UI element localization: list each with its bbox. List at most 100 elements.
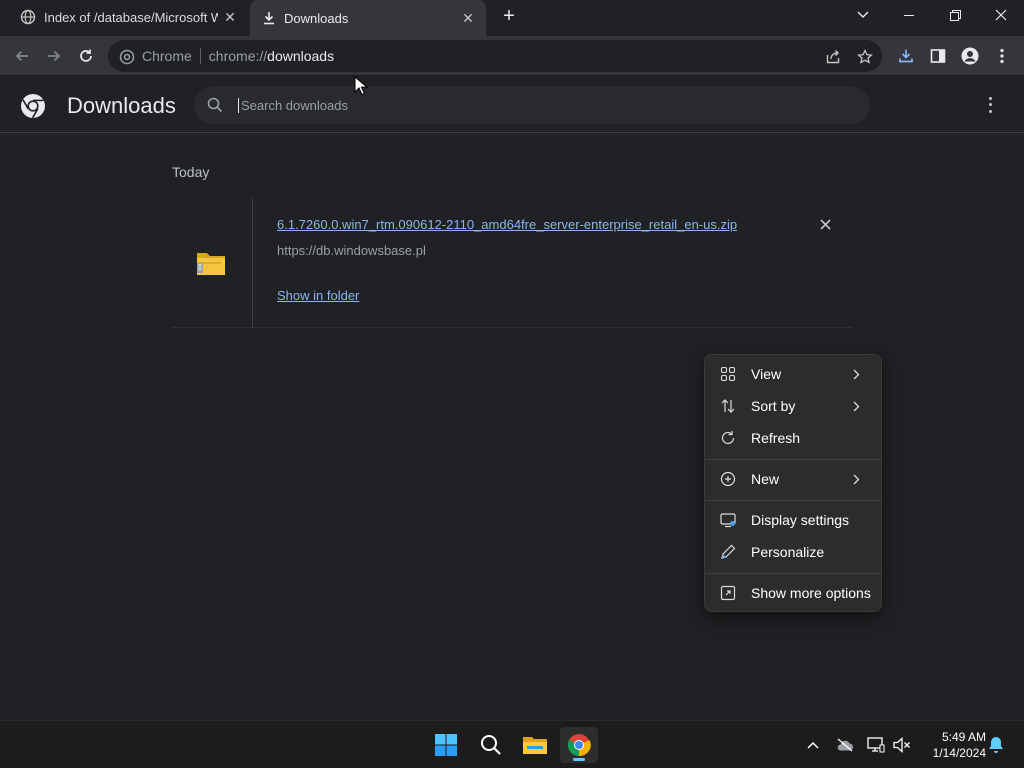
url-scheme: chrome://	[208, 48, 268, 64]
star-icon[interactable]	[856, 48, 874, 66]
chevron-down-icon	[857, 11, 869, 19]
clock-time: 5:49 AM	[941, 730, 986, 744]
menu-item-personalize[interactable]: Personalize	[709, 537, 879, 567]
side-panel-icon	[930, 48, 946, 64]
menu-separator	[705, 500, 881, 501]
tab-strip: Index of /database/Microsoft Wi ✕ Downlo…	[0, 0, 1024, 36]
downloads-header: Downloads	[0, 77, 1024, 133]
chrome-taskbar-button[interactable]	[560, 727, 598, 763]
reload-icon	[78, 48, 94, 64]
side-panel-button[interactable]	[926, 44, 950, 68]
forward-button[interactable]	[42, 44, 66, 68]
arrow-left-icon	[14, 48, 30, 64]
minimize-button[interactable]	[886, 0, 932, 30]
folder-icon	[522, 734, 548, 756]
date-heading: Today	[172, 164, 210, 180]
file-explorer-button[interactable]	[516, 727, 554, 763]
menu-item-label: Personalize	[751, 544, 825, 560]
share-icon[interactable]	[824, 48, 842, 66]
more-vertical-icon	[1000, 48, 1004, 64]
chevron-right-icon	[853, 401, 865, 412]
window-close-button[interactable]	[978, 0, 1024, 30]
system-clock[interactable]: 5:49 AM 1/14/2024	[916, 729, 986, 761]
taskbar: 5:49 AM 1/14/2024	[0, 720, 1024, 768]
pen-icon	[719, 543, 737, 561]
remove-download-button[interactable]	[817, 216, 833, 232]
desktop-context-menu: View Sort by Refresh New Display setting…	[704, 354, 882, 612]
chrome-icon	[118, 48, 136, 66]
close-icon[interactable]: ✕	[218, 9, 242, 26]
new-tab-button[interactable]: +	[498, 6, 520, 28]
chevron-right-icon	[853, 474, 865, 485]
tab-downloads[interactable]: Downloads ✕	[250, 0, 486, 36]
windows-logo-icon	[434, 733, 458, 757]
search-icon	[480, 734, 502, 756]
clock-date: 1/14/2024	[932, 746, 986, 760]
omnibox-separator	[199, 48, 201, 64]
browser-menu-button[interactable]	[990, 44, 1014, 68]
close-icon[interactable]: ✕	[456, 10, 480, 27]
menu-item-label: New	[751, 471, 780, 487]
reload-button[interactable]	[74, 44, 98, 68]
downloads-toolbar-button[interactable]	[894, 44, 918, 68]
cloud-offline-icon[interactable]	[835, 735, 855, 755]
menu-item-display-settings[interactable]: Display settings	[709, 505, 879, 535]
menu-item-label: View	[751, 366, 782, 382]
download-item: 6.1.7260.0.win7_rtm.090612-2110_amd64fre…	[172, 198, 852, 328]
globe-icon	[20, 9, 36, 25]
plus-circle-icon	[719, 470, 737, 488]
page-title: Downloads	[67, 93, 176, 118]
tab-index-database[interactable]: Index of /database/Microsoft Wi ✕	[8, 0, 248, 34]
expand-icon	[719, 584, 737, 602]
grid-icon	[719, 365, 737, 383]
download-filename-link[interactable]: 6.1.7260.0.win7_rtm.090612-2110_amd64fre…	[277, 217, 737, 232]
menu-item-refresh[interactable]: Refresh	[709, 423, 879, 453]
chevron-right-icon	[853, 369, 865, 380]
omnibox-chip: Chrome	[142, 48, 192, 64]
menu-item-label: Show more options	[751, 585, 871, 601]
search-icon	[207, 97, 223, 113]
more-actions-button[interactable]	[984, 95, 996, 115]
tab-title: Downloads	[284, 10, 349, 26]
restore-icon	[949, 9, 961, 21]
search-button[interactable]	[472, 727, 510, 763]
search-box[interactable]	[194, 86, 870, 124]
show-in-folder-link[interactable]: Show in folder	[277, 288, 359, 303]
address-bar[interactable]: Chrome chrome:// downloads	[108, 40, 882, 72]
download-source: https://db.windowsbase.pl	[277, 243, 426, 258]
close-icon	[995, 9, 1007, 21]
tab-title: Index of /database/Microsoft Wi	[44, 9, 218, 25]
search-input[interactable]	[238, 97, 838, 113]
chrome-logo-icon	[20, 93, 46, 119]
profile-button[interactable]	[958, 44, 982, 68]
notification-bell-icon[interactable]	[986, 735, 1006, 755]
url-host: downloads	[267, 48, 335, 64]
sort-icon	[719, 397, 737, 415]
menu-item-new[interactable]: New	[709, 464, 879, 494]
browser-toolbar: Chrome chrome:// downloads	[0, 36, 1024, 76]
restore-button[interactable]	[932, 0, 978, 30]
profile-icon	[961, 47, 979, 65]
start-button[interactable]	[427, 727, 465, 763]
download-icon	[262, 11, 276, 25]
back-button[interactable]	[10, 44, 34, 68]
minimize-icon	[904, 14, 914, 16]
close-icon	[819, 218, 831, 230]
menu-item-sort-by[interactable]: Sort by	[709, 391, 879, 421]
network-icon[interactable]	[866, 735, 886, 755]
tab-search-button[interactable]	[840, 0, 886, 30]
menu-item-label: Refresh	[751, 430, 801, 446]
download-icon	[898, 48, 914, 64]
menu-item-view[interactable]: View	[709, 359, 879, 389]
zip-folder-icon	[194, 248, 228, 278]
more-vertical-icon	[988, 96, 992, 100]
card-divider	[252, 198, 253, 328]
display-icon	[719, 511, 737, 529]
refresh-icon	[719, 429, 737, 447]
chevron-up-icon[interactable]	[803, 735, 823, 755]
menu-separator	[705, 459, 881, 460]
menu-item-show-more-options[interactable]: Show more options	[709, 578, 879, 608]
menu-item-label: Display settings	[751, 512, 850, 528]
volume-muted-icon[interactable]	[892, 735, 912, 755]
active-app-indicator	[573, 758, 585, 761]
